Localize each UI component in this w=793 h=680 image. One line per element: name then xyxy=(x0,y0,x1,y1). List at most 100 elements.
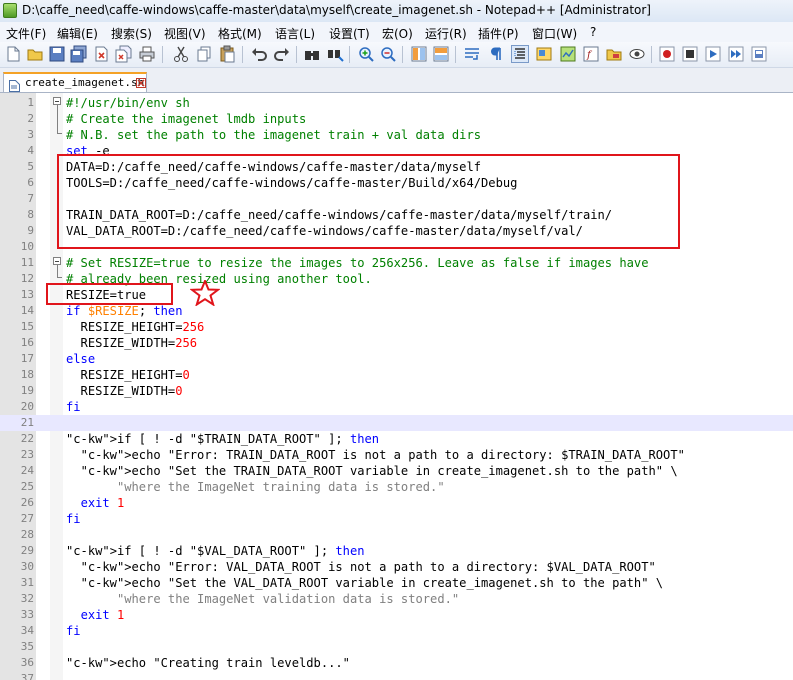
code-line[interactable]: 14 if $RESIZE; then xyxy=(0,303,793,319)
monitoring-icon[interactable] xyxy=(628,45,646,63)
code-line[interactable]: 24 "c-kw">echo "Set the TRAIN_DATA_ROOT … xyxy=(0,463,793,479)
code-line[interactable]: 22 "c-kw">if [ ! -d "$TRAIN_DATA_ROOT" ];… xyxy=(0,431,793,447)
code-line[interactable]: 36 "c-kw">echo "Creating train leveldb...… xyxy=(0,655,793,671)
code-line[interactable]: 21 xyxy=(0,415,793,431)
line-number: 31 xyxy=(20,576,34,589)
code-line[interactable]: 27 fi xyxy=(0,511,793,527)
menu-edit[interactable]: 编辑(E) xyxy=(57,25,98,42)
code-line[interactable]: 29 "c-kw">if [ ! -d "$VAL_DATA_ROOT" ]; t… xyxy=(0,543,793,559)
code-text: "c-kw">echo "Error: VAL_DATA_ROOT is not… xyxy=(80,560,656,574)
sync-horizontal-icon[interactable] xyxy=(432,45,450,63)
close-all-icon[interactable] xyxy=(114,45,132,63)
menu-format[interactable]: 格式(M) xyxy=(218,25,262,42)
find-icon[interactable] xyxy=(303,45,321,63)
zoom-in-icon[interactable] xyxy=(357,45,375,63)
fold-toggle-icon[interactable] xyxy=(53,97,61,105)
code-line[interactable]: 2 # Create the imagenet lmdb inputs xyxy=(0,111,793,127)
undo-icon[interactable] xyxy=(250,45,268,63)
menu-view[interactable]: 视图(V) xyxy=(164,25,206,42)
code-text: # N.B. set the path to the imagenet trai… xyxy=(66,128,482,142)
stop-recording-icon[interactable] xyxy=(681,45,699,63)
copy-icon[interactable] xyxy=(195,45,213,63)
function-list-icon[interactable]: f xyxy=(582,45,600,63)
paste-icon[interactable] xyxy=(218,45,236,63)
line-number: 35 xyxy=(20,640,34,653)
menu-search[interactable]: 搜索(S) xyxy=(111,25,152,42)
redo-icon[interactable] xyxy=(273,45,291,63)
menu-run[interactable]: 运行(R) xyxy=(425,25,467,42)
code-editor[interactable]: 1 #!/usr/bin/env sh 2 # Create the imagenet… xyxy=(0,93,793,680)
cut-icon[interactable] xyxy=(172,45,190,63)
line-number: 26 xyxy=(20,496,34,509)
line-number: 33 xyxy=(20,608,34,621)
code-line[interactable]: 30 "c-kw">echo "Error: VAL_DATA_ROOT is … xyxy=(0,559,793,575)
code-line[interactable]: 15 RESIZE_HEIGHT=256 xyxy=(0,319,793,335)
code-text: "c-kw">echo "Error: TRAIN_DATA_ROOT is n… xyxy=(80,448,685,462)
line-number: 27 xyxy=(20,512,34,525)
code-line[interactable]: 37 xyxy=(0,671,793,680)
open-file-icon[interactable] xyxy=(26,45,44,63)
menu-window[interactable]: 窗口(W) xyxy=(532,25,577,42)
record-macro-icon[interactable] xyxy=(658,45,676,63)
menu-file[interactable]: 文件(F) xyxy=(6,25,46,42)
annotation-resize-box xyxy=(46,283,173,305)
user-defined-language-icon[interactable] xyxy=(535,45,553,63)
show-all-characters-icon[interactable] xyxy=(487,45,505,63)
menu-language[interactable]: 语言(L) xyxy=(275,25,315,42)
code-text: # Create the imagenet lmdb inputs xyxy=(66,112,307,126)
code-line[interactable]: 11 # Set RESIZE=true to resize the images… xyxy=(0,255,793,271)
code-text: "c-kw">if [ ! -d "$VAL_DATA_ROOT" ]; the… xyxy=(66,544,365,558)
folder-as-workspace-icon[interactable] xyxy=(605,45,623,63)
menu-macro[interactable]: 宏(O) xyxy=(382,25,413,42)
new-file-icon[interactable] xyxy=(4,45,22,63)
menu-help[interactable]: ? xyxy=(590,25,596,39)
tab-create-imagenet[interactable]: create_imagenet.sh xyxy=(3,72,147,92)
code-line[interactable]: 25 "where the ImageNet training data is … xyxy=(0,479,793,495)
code-line[interactable]: 34 fi xyxy=(0,623,793,639)
line-number: 37 xyxy=(20,672,34,680)
code-line[interactable]: 1 #!/usr/bin/env sh xyxy=(0,95,793,111)
code-line[interactable]: 20 fi xyxy=(0,399,793,415)
code-line[interactable]: 19 RESIZE_WIDTH=0 xyxy=(0,383,793,399)
code-line[interactable]: 3 # N.B. set the path to the imagenet tra… xyxy=(0,127,793,143)
code-line[interactable]: 17 else xyxy=(0,351,793,367)
window-title: D:\caffe_need\caffe-windows\caffe-master… xyxy=(22,3,651,17)
print-icon[interactable] xyxy=(138,45,156,63)
play-macro-icon[interactable] xyxy=(704,45,722,63)
close-tab-icon[interactable] xyxy=(136,78,146,88)
code-line[interactable]: 16 RESIZE_WIDTH=256 xyxy=(0,335,793,351)
line-number: 4 xyxy=(27,144,34,157)
line-number: 12 xyxy=(20,272,34,285)
sync-vertical-icon[interactable] xyxy=(410,45,428,63)
menu-settings[interactable]: 设置(T) xyxy=(329,25,370,42)
code-line[interactable]: 32 "where the ImageNet validation data i… xyxy=(0,591,793,607)
document-map-icon[interactable] xyxy=(559,45,577,63)
code-line[interactable]: 23 "c-kw">echo "Error: TRAIN_DATA_ROOT i… xyxy=(0,447,793,463)
code-text: fi xyxy=(66,624,81,638)
word-wrap-icon[interactable] xyxy=(463,45,481,63)
run-macro-multiple-icon[interactable] xyxy=(727,45,745,63)
line-number: 5 xyxy=(27,160,34,173)
code-line[interactable]: 35 xyxy=(0,639,793,655)
code-text: #!/usr/bin/env sh xyxy=(66,96,190,110)
code-text: # Set RESIZE=true to resize the images t… xyxy=(66,256,649,270)
menu-plugins[interactable]: 插件(P) xyxy=(478,25,519,42)
line-number: 9 xyxy=(27,224,34,237)
replace-icon[interactable] xyxy=(326,45,344,63)
code-line[interactable]: 18 RESIZE_HEIGHT=0 xyxy=(0,367,793,383)
fold-toggle-icon[interactable] xyxy=(53,257,61,265)
indent-guide-icon[interactable] xyxy=(511,45,529,63)
line-number: 16 xyxy=(20,336,34,349)
code-text: "where the ImageNet training data is sto… xyxy=(116,480,445,494)
code-text: "c-kw">if [ ! -d "$TRAIN_DATA_ROOT" ]; t… xyxy=(66,432,380,446)
code-line[interactable]: 28 xyxy=(0,527,793,543)
tab-bar: create_imagenet.sh xyxy=(0,68,793,93)
code-line[interactable]: 26 exit 1 xyxy=(0,495,793,511)
save-all-icon[interactable] xyxy=(70,45,88,63)
save-icon[interactable] xyxy=(48,45,66,63)
code-line[interactable]: 31 "c-kw">echo "Set the VAL_DATA_ROOT va… xyxy=(0,575,793,591)
save-macro-icon[interactable] xyxy=(750,45,768,63)
code-line[interactable]: 33 exit 1 xyxy=(0,607,793,623)
zoom-out-icon[interactable] xyxy=(379,45,397,63)
close-file-icon[interactable] xyxy=(92,45,110,63)
